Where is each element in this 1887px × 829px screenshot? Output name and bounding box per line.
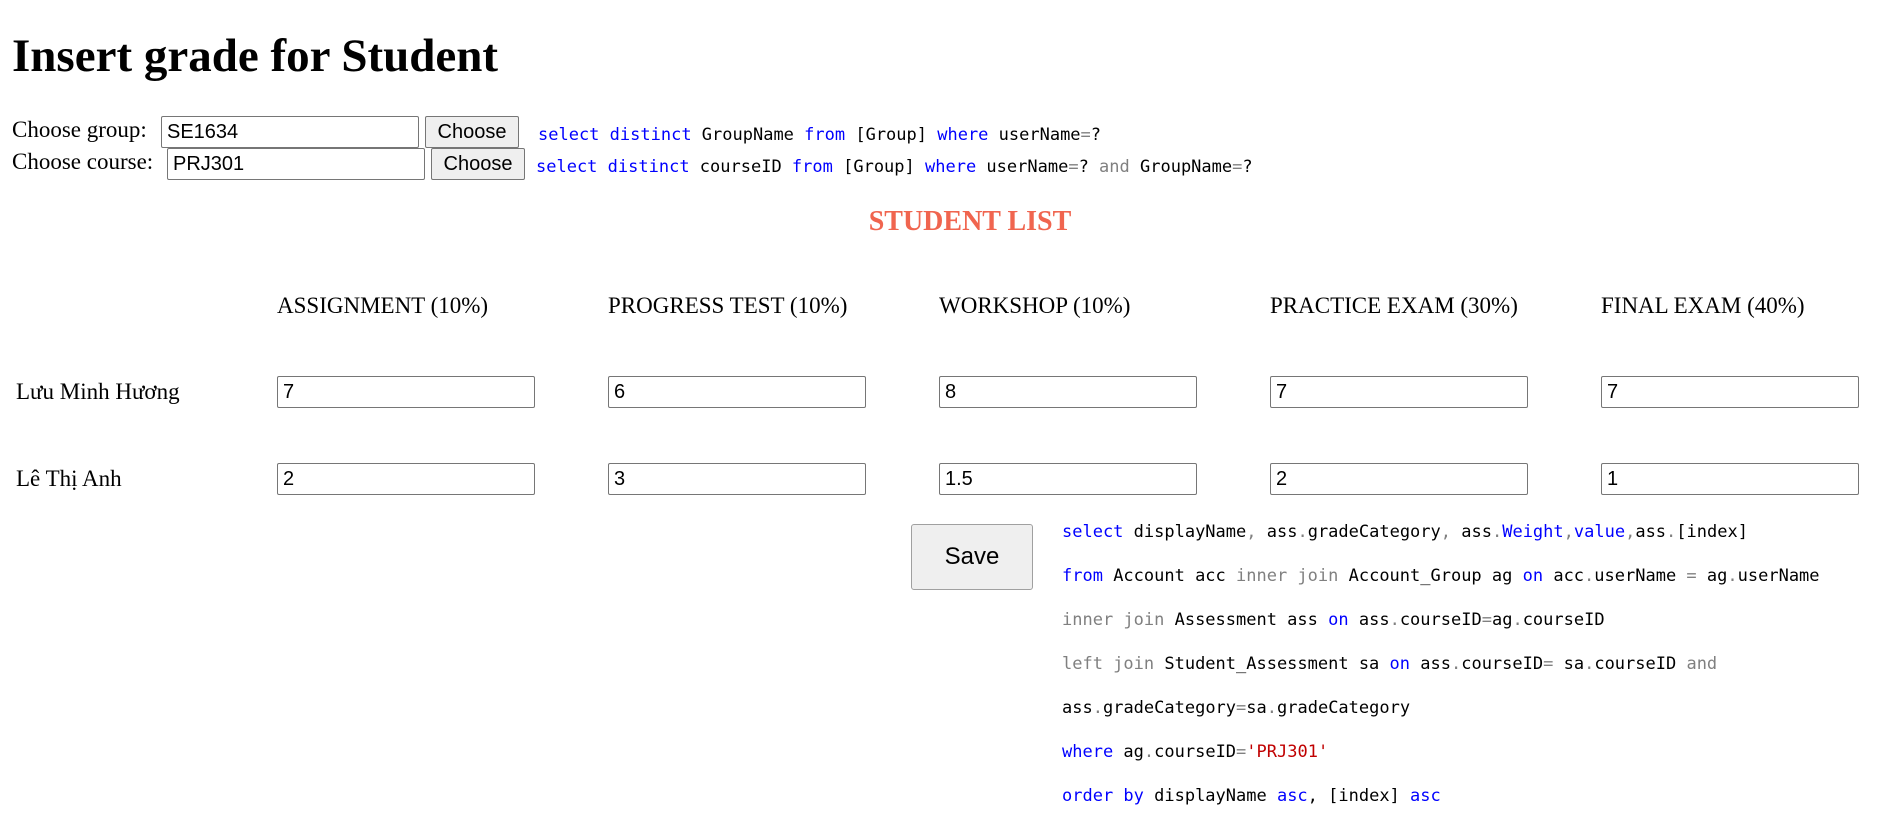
student-name: Lưu Minh Hương (16, 379, 180, 404)
choose-group-label: Choose group: (12, 117, 147, 142)
grade-input-workshop[interactable] (939, 463, 1197, 495)
course-query-text: select distinct courseID from [Group] wh… (536, 157, 1253, 177)
choose-course-button[interactable]: Choose (431, 148, 525, 180)
sql-line: where ag.courseID='PRJ301' (1062, 742, 1329, 762)
group-query-text: select distinct GroupName from [Group] w… (538, 125, 1102, 145)
grade-input-progress-test[interactable] (608, 463, 866, 495)
column-header-workshop: WORKSHOP (10%) (939, 293, 1131, 318)
page-title: Insert grade for Student (12, 30, 499, 82)
column-header-final-exam: FINAL EXAM (40%) (1601, 293, 1805, 318)
grade-input-workshop[interactable] (939, 376, 1197, 408)
student-name: Lê Thị Anh (16, 466, 122, 491)
column-header-practice-exam: PRACTICE EXAM (30%) (1270, 293, 1518, 318)
grade-input-final-exam[interactable] (1601, 376, 1859, 408)
sql-line: select displayName, ass.gradeCategory, a… (1062, 522, 1748, 542)
grade-input-practice-exam[interactable] (1270, 463, 1528, 495)
column-header-progress-test: PROGRESS TEST (10%) (608, 293, 848, 318)
grade-input-assignment[interactable] (277, 376, 535, 408)
choose-group-button[interactable]: Choose (425, 116, 519, 148)
sql-line: inner join Assessment ass on ass.courseI… (1062, 610, 1605, 630)
sql-line: ass.gradeCategory=sa.gradeCategory (1062, 698, 1411, 718)
grade-query-text: select displayName, ass.gradeCategory, a… (1062, 499, 1820, 829)
sql-line: from Account acc inner join Account_Grou… (1062, 566, 1820, 586)
sql-line: left join Student_Assessment sa on ass.c… (1062, 654, 1718, 674)
grade-input-final-exam[interactable] (1601, 463, 1859, 495)
grade-input-assignment[interactable] (277, 463, 535, 495)
group-input[interactable] (161, 116, 419, 148)
course-input[interactable] (167, 148, 425, 180)
sql-line: order by displayName asc, [index] asc (1062, 786, 1441, 806)
choose-course-label: Choose course: (12, 149, 154, 174)
student-list-title: STUDENT LIST (868, 206, 1072, 237)
column-header-assignment: ASSIGNMENT (10%) (277, 293, 489, 318)
save-button[interactable]: Save (911, 524, 1033, 590)
grade-input-practice-exam[interactable] (1270, 376, 1528, 408)
grade-input-progress-test[interactable] (608, 376, 866, 408)
